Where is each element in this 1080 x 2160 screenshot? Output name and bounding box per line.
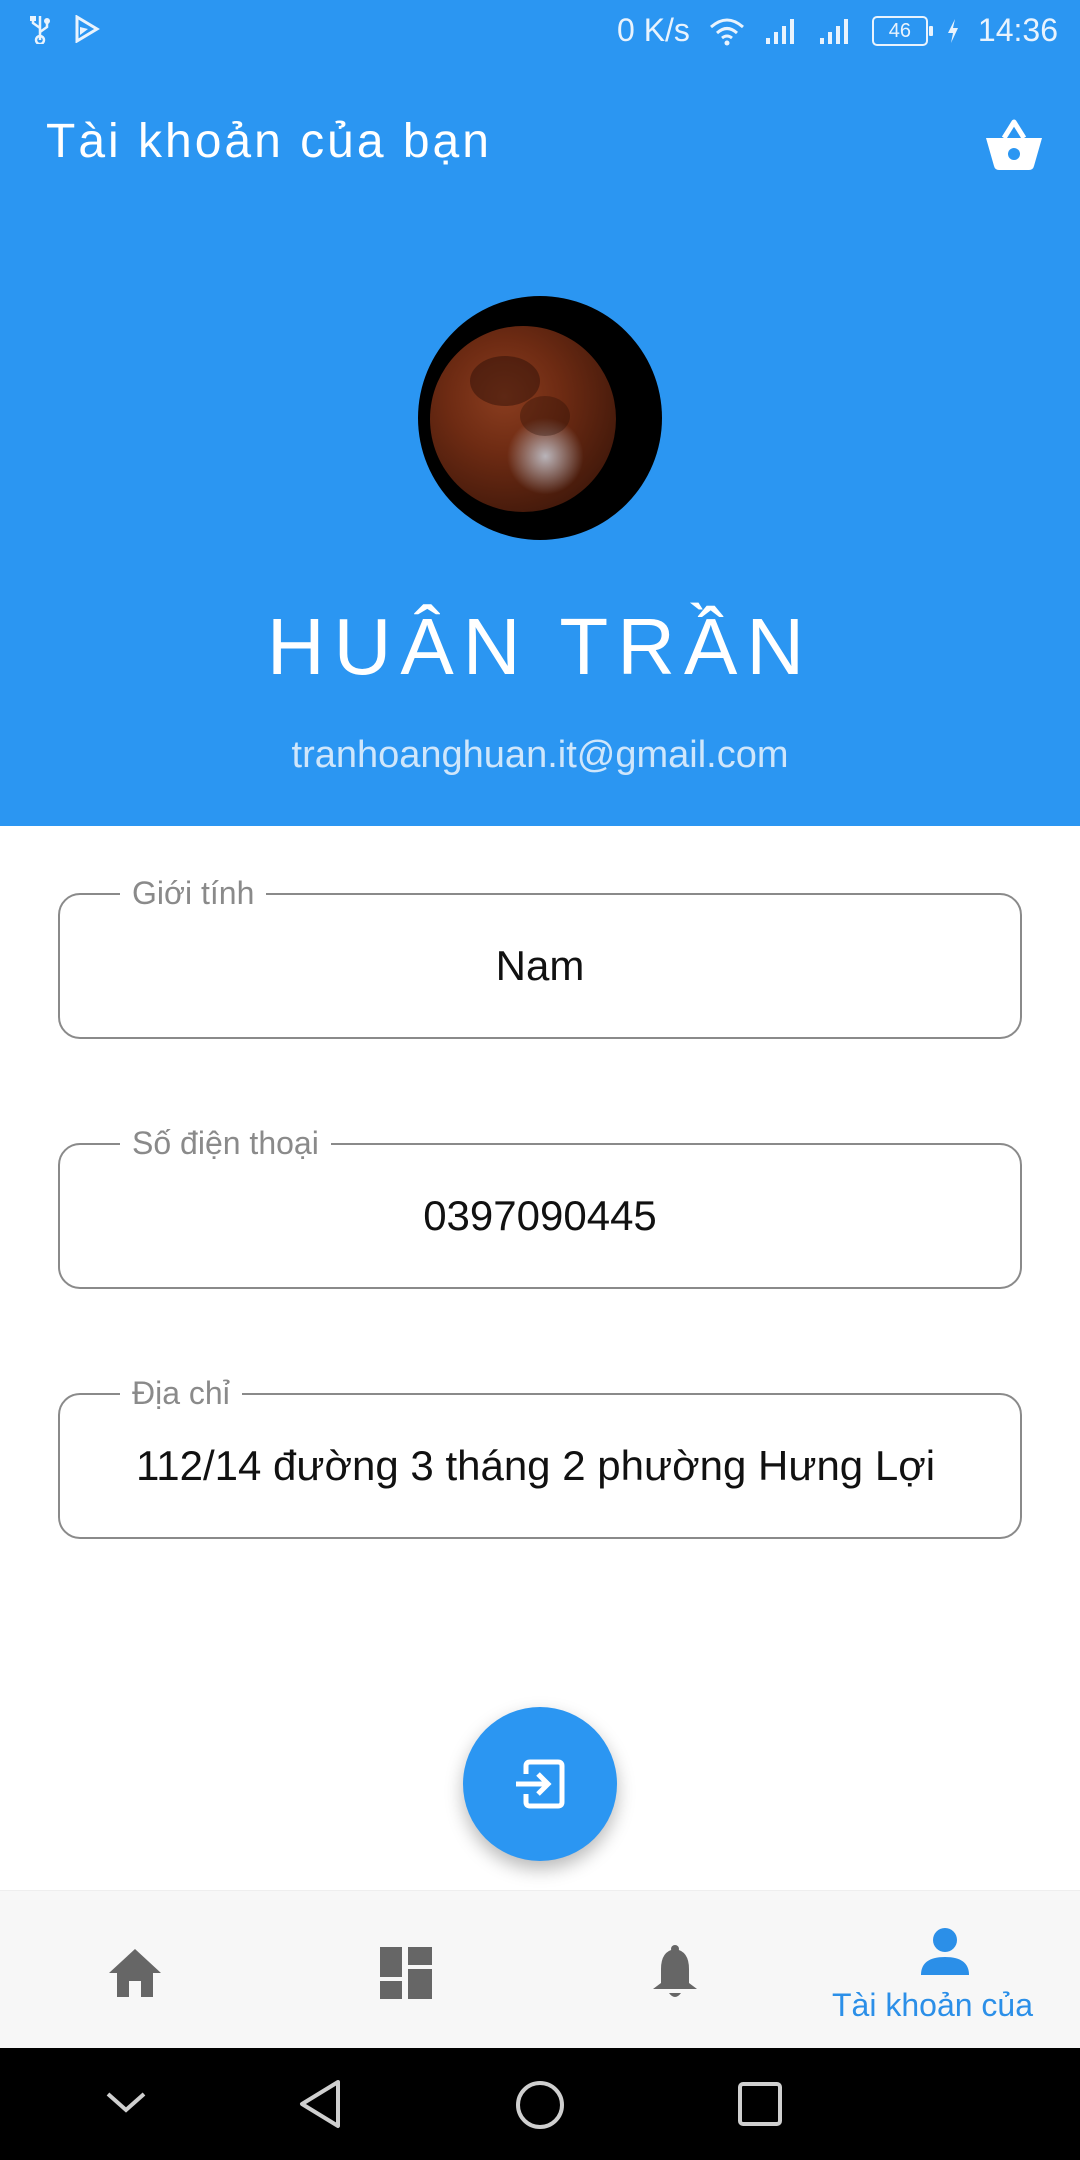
nav-item-dashboard[interactable] [270, 1891, 540, 2049]
wifi-icon [708, 16, 746, 46]
battery-icon: 46 [871, 15, 933, 46]
charging-icon [946, 18, 960, 44]
signal-icon [764, 16, 800, 46]
gender-field[interactable]: Giới tính Nam [58, 873, 1022, 1039]
user-email: tranhoanghuan.it@gmail.com [291, 734, 789, 776]
cart-button[interactable] [982, 112, 1046, 176]
address-field[interactable]: Địa chỉ 112/14 đường 3 tháng 2 phường Hư… [58, 1373, 1022, 1539]
back-icon[interactable] [296, 2078, 344, 2130]
logout-button[interactable] [463, 1707, 617, 1861]
home-circle-icon[interactable] [513, 2078, 567, 2132]
avatar-image [430, 326, 616, 512]
nav-item-notifications[interactable] [540, 1891, 810, 2049]
person-icon [921, 1928, 969, 1975]
system-navigation-bar [0, 2048, 1080, 2160]
recents-icon[interactable] [736, 2080, 784, 2128]
usb-icon [28, 14, 52, 44]
network-speed: 0 K/s [617, 12, 690, 48]
nav-label-account: Tài khoản của [832, 1987, 1034, 2023]
page-title: Tài khoản của bạn [46, 115, 492, 168]
phone-field[interactable]: Số điện thoại 0397090445 [58, 1123, 1022, 1289]
bell-icon [653, 1945, 697, 1997]
nav-item-account[interactable]: Tài khoản của [810, 1891, 1080, 2049]
avatar[interactable] [418, 296, 662, 540]
play-store-icon [74, 15, 100, 43]
status-bar: 0 K/s 46 14:36 [0, 0, 1080, 66]
dashboard-icon [380, 1947, 432, 1999]
profile-header: Tài khoản của bạn HUÂN TRẦN tranhoanghua… [0, 66, 1080, 826]
user-name: HUÂN TRẦN [266, 602, 814, 691]
gender-value: Nam [495, 942, 585, 989]
signal-icon [818, 16, 854, 46]
phone-value: 0397090445 [423, 1192, 657, 1239]
logout-icon [516, 1759, 565, 1809]
bottom-navigation: Tài khoản của [0, 1890, 1080, 2048]
basket-icon [986, 119, 1042, 170]
chevron-down-icon[interactable] [104, 2088, 148, 2118]
address-value: 112/14 đường 3 tháng 2 phường Hưng Lợi [136, 1442, 936, 1489]
clock: 14:36 [977, 12, 1058, 48]
home-icon [109, 1949, 161, 1997]
nav-item-home[interactable] [0, 1891, 270, 2049]
